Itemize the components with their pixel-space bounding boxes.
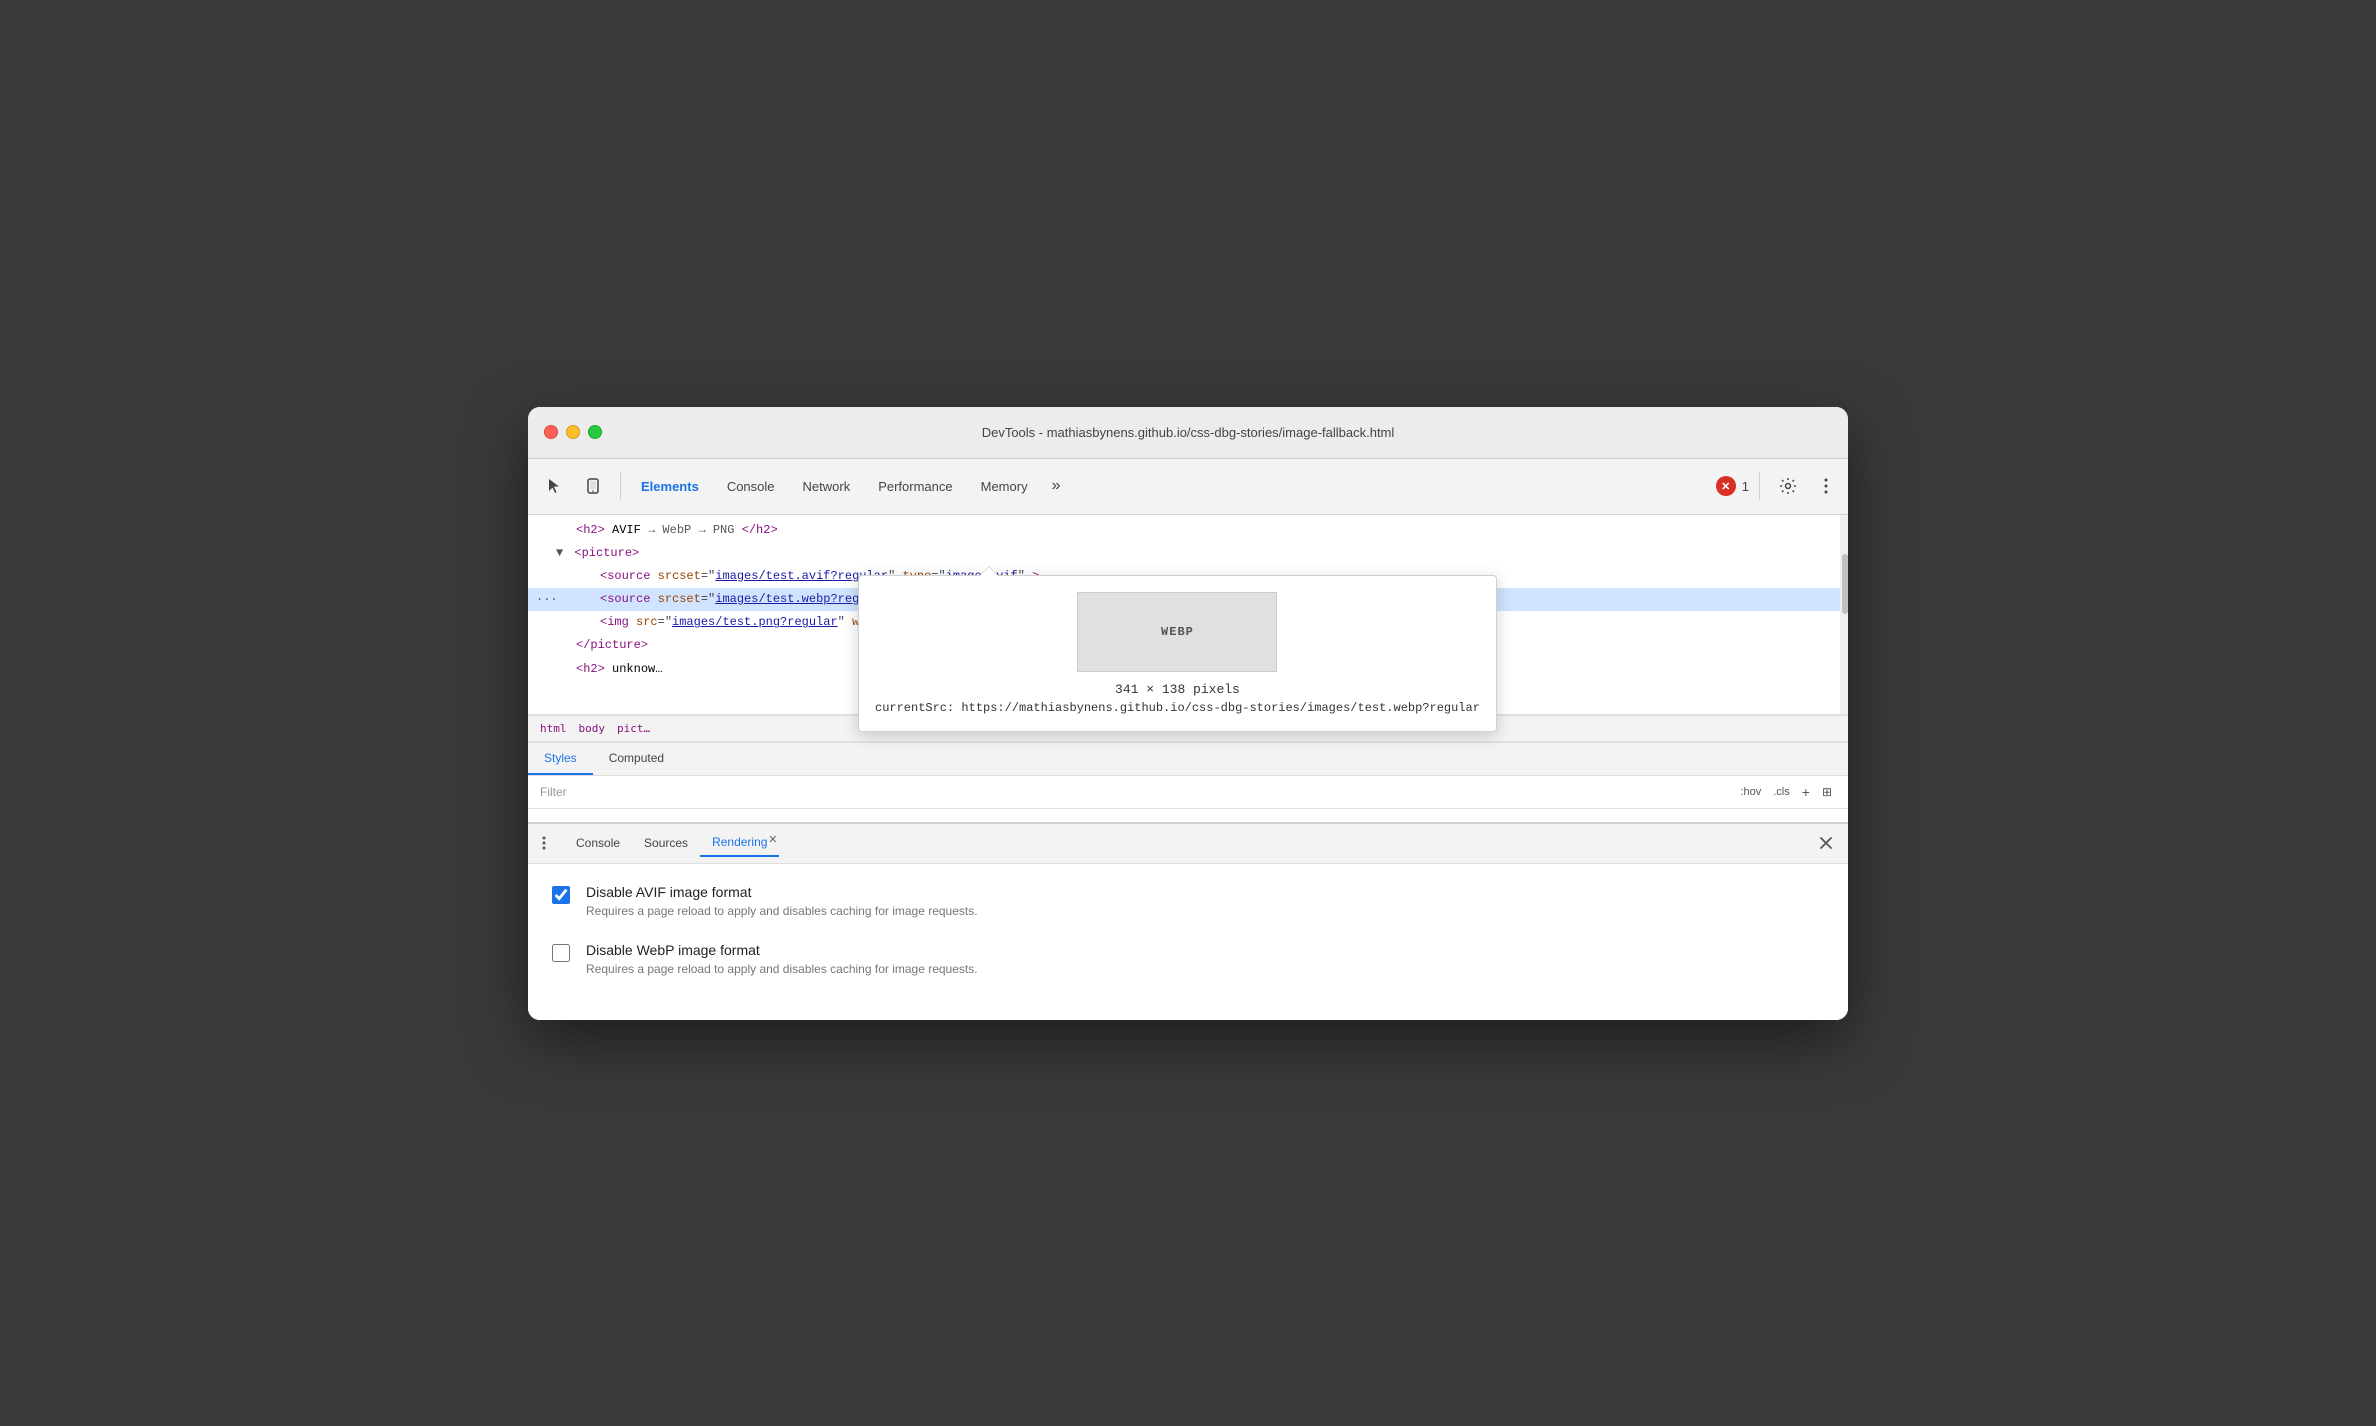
triangle-icon: ▼ [556,546,563,560]
toolbar-right: ✕ 1 [1716,468,1840,504]
filter-toolbar: :hov .cls + ⊞ [1736,782,1836,802]
rendering-item-avif: Disable AVIF image format Requires a pag… [552,884,1824,918]
attr-value-src: images/test.png?regular [672,615,838,629]
dots-icon: ··· [536,590,558,609]
tooltip-dimensions: 341 × 138 pixels [875,682,1480,697]
tab-console[interactable]: Console [715,473,787,500]
arrow-text: → WebP → PNG [648,523,734,537]
tab-computed[interactable]: Computed [593,743,680,775]
tag-h2-open: <h2> [576,523,605,537]
breadcrumb-body[interactable]: body [579,722,606,735]
webp-description: Requires a page reload to apply and disa… [586,962,978,976]
classes-btn[interactable]: .cls [1769,784,1794,800]
add-rule-btn[interactable]: + [1798,782,1814,802]
toolbar-divider [620,472,621,500]
tag-source-open-webp: <source [600,592,650,606]
elements-scrollbar-thumb[interactable] [1842,554,1848,614]
avif-title: Disable AVIF image format [586,884,978,900]
elements-line-h2[interactable]: <h2> AVIF → WebP → PNG </h2> [528,519,1848,542]
image-tooltip: WEBP 341 × 138 pixels currentSrc: https:… [858,575,1497,732]
elements-panel: <h2> AVIF → WebP → PNG </h2> ▼ <picture>… [528,515,1848,715]
devtools-content: <h2> AVIF → WebP → PNG </h2> ▼ <picture>… [528,515,1848,1020]
attr-srcset-avif: srcset [658,569,701,583]
devtools-window: DevTools - mathiasbynens.github.io/css-d… [528,407,1848,1020]
toolbar-divider-2 [1759,472,1760,500]
tab-styles[interactable]: Styles [528,743,593,775]
title-bar: DevTools - mathiasbynens.github.io/css-d… [528,407,1848,459]
tag-h2-unknown-open: <h2> [576,662,605,676]
maximize-button[interactable] [588,425,602,439]
cursor-tool-button[interactable] [536,468,572,504]
traffic-lights [544,425,602,439]
avif-description: Requires a page reload to apply and disa… [586,904,978,918]
tag-h2-close: </h2> [742,523,778,537]
breadcrumb-picture[interactable]: pict… [617,722,650,735]
rendering-tab-close[interactable]: ✕ [768,833,777,846]
webp-text-block: Disable WebP image format Requires a pag… [586,942,978,976]
tag-picture-close: </picture> [576,638,648,652]
tag-img-open: <img [600,615,629,629]
tab-network[interactable]: Network [791,473,863,500]
filter-row: Filter :hov .cls + ⊞ [528,776,1848,809]
avif-checkbox-wrapper[interactable] [552,886,570,904]
avif-text-block: Disable AVIF image format Requires a pag… [586,884,978,918]
webp-checkbox-wrapper[interactable] [552,944,570,962]
bottom-drawer: Console Sources Rendering ✕ [528,822,1848,1020]
tooltip-image-preview: WEBP [1077,592,1277,672]
drawer-tab-rendering[interactable]: Rendering ✕ [700,829,779,857]
error-icon: ✕ [1716,476,1736,496]
h2-text: AVIF [612,523,641,537]
drawer-menu-button[interactable] [536,829,564,857]
filter-input-label[interactable]: Filter [540,785,567,799]
drawer-close-button[interactable] [1812,829,1840,857]
minimize-button[interactable] [566,425,580,439]
tab-memory[interactable]: Memory [969,473,1040,500]
styles-area: Styles Computed Filter :hov .cls + ⊞ [528,742,1848,822]
tag-source-open-avif: <source [600,569,650,583]
drawer-tab-console[interactable]: Console [564,830,632,856]
more-tabs-button[interactable]: » [1044,471,1069,501]
styles-tabs: Styles Computed [528,743,1848,776]
elements-line-picture[interactable]: ▼ <picture> [528,542,1848,565]
device-toggle-button[interactable] [576,468,612,504]
more-options-button[interactable] [1812,468,1840,504]
webp-title: Disable WebP image format [586,942,978,958]
drawer-tabs: Console Sources Rendering ✕ [528,824,1848,864]
devtools-toolbar: Elements Console Network Performance Mem… [528,459,1848,515]
settings-button[interactable] [1770,468,1806,504]
elements-scrollbar[interactable] [1840,515,1848,714]
tab-performance[interactable]: Performance [866,473,964,500]
error-count: 1 [1742,479,1749,494]
webp-checkbox[interactable] [552,944,570,962]
attr-srcset-webp: srcset [658,592,701,606]
close-button[interactable] [544,425,558,439]
attr-src: src [636,615,658,629]
h2-unknown-text: unknow… [612,662,662,676]
rendering-panel: Disable AVIF image format Requires a pag… [528,864,1848,1020]
window-title: DevTools - mathiasbynens.github.io/css-d… [982,425,1395,440]
breadcrumb-html[interactable]: html [540,722,567,735]
tag-picture: <picture> [574,546,639,560]
rendering-item-webp: Disable WebP image format Requires a pag… [552,942,1824,976]
drawer-tab-sources[interactable]: Sources [632,830,700,856]
tab-elements[interactable]: Elements [629,473,711,500]
toggle-icon-btn[interactable]: ⊞ [1818,783,1836,801]
tooltip-current-src: currentSrc: https://mathiasbynens.github… [875,701,1480,715]
avif-checkbox[interactable] [552,886,570,904]
pseudo-classes-btn[interactable]: :hov [1736,784,1765,800]
